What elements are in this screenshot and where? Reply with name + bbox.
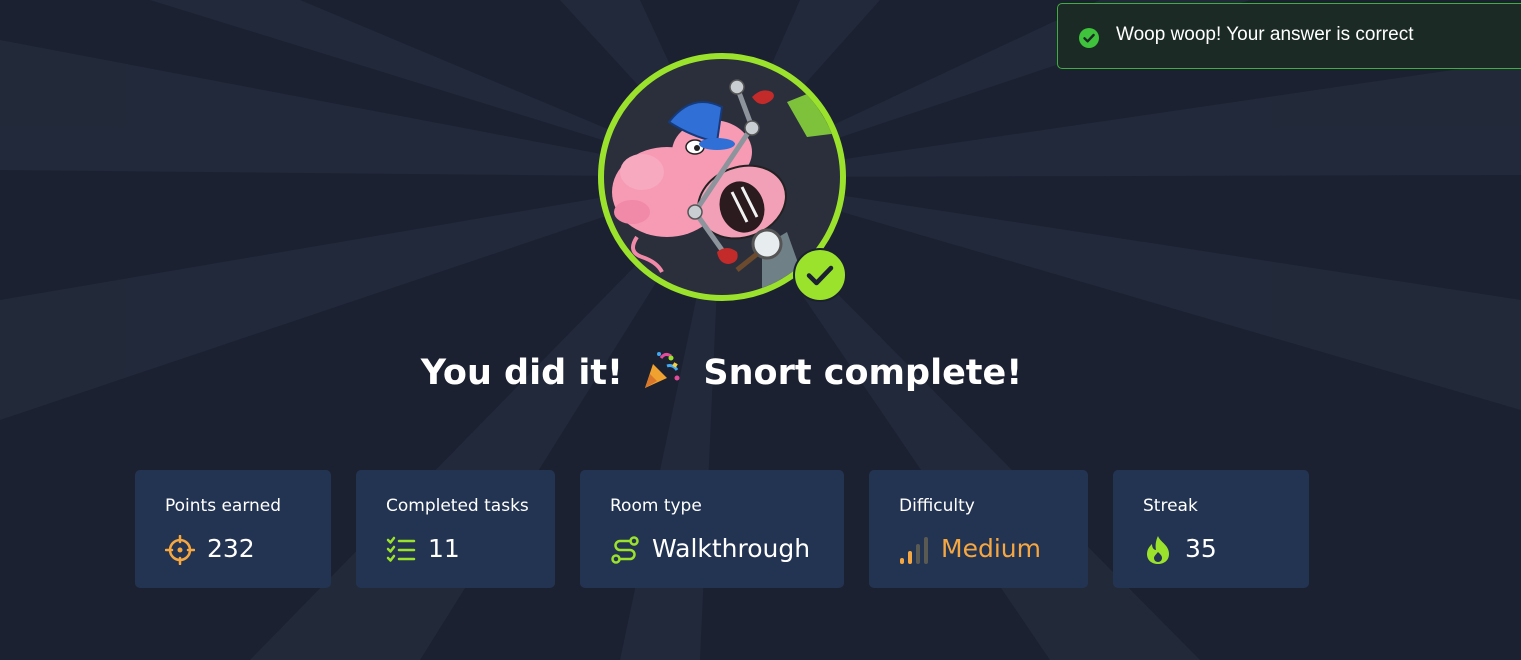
flame-icon — [1147, 536, 1169, 564]
stat-value: Walkthrough — [652, 534, 811, 563]
signal-bars-icon — [900, 537, 928, 564]
stat-card-difficulty: Difficulty Medium — [869, 470, 1088, 588]
target-icon — [165, 535, 195, 565]
toast-message: Woop woop! Your answer is correct — [1116, 24, 1414, 45]
completed-check-icon — [793, 248, 847, 302]
stat-card-points: Points earned 232 — [135, 470, 331, 588]
check-circle-icon — [1079, 28, 1099, 48]
stat-card-room-type: Room type Walkthrough — [580, 470, 844, 588]
party-popper-icon — [645, 352, 680, 388]
stat-card-tasks: Completed tasks 11 — [356, 470, 555, 588]
headline-suffix: Snort complete! — [703, 353, 1023, 393]
stat-value: 232 — [207, 534, 255, 563]
room-complete-screen: Woop woop! Your answer is correct You di… — [0, 0, 1521, 660]
stat-value: 11 — [428, 534, 460, 563]
stat-value: Medium — [941, 534, 1041, 563]
success-toast[interactable]: Woop woop! Your answer is correct — [1057, 3, 1521, 69]
task-list-icon — [386, 536, 416, 562]
stat-label: Completed tasks — [386, 496, 529, 516]
stat-label: Points earned — [165, 496, 282, 516]
completion-headline: You did it! Snort complete! — [0, 350, 1443, 393]
stat-label: Difficulty — [899, 496, 975, 516]
stat-label: Streak — [1143, 496, 1198, 516]
stat-card-streak: Streak 35 — [1113, 470, 1309, 588]
stat-label: Room type — [610, 496, 702, 516]
route-icon — [611, 536, 639, 564]
stat-value: 35 — [1185, 534, 1217, 563]
headline-prefix: You did it! — [420, 353, 624, 393]
